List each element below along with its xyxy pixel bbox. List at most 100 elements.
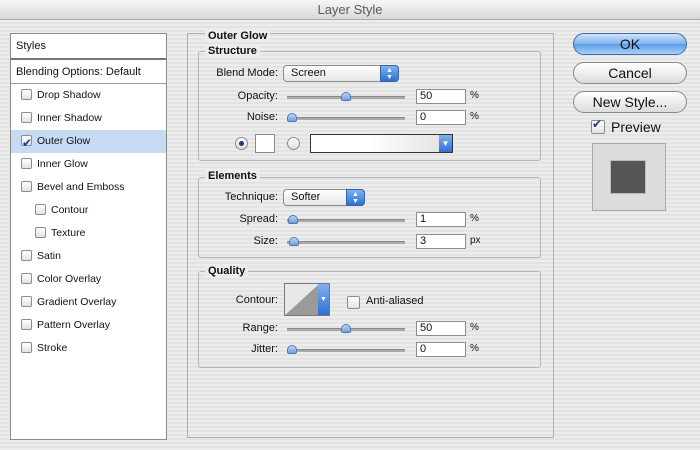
- style-checkbox[interactable]: [21, 89, 32, 100]
- jitter-slider[interactable]: [287, 345, 405, 354]
- jitter-unit: %: [470, 343, 479, 354]
- size-slider-thumb[interactable]: [288, 237, 299, 246]
- opacity-label: Opacity:: [237, 90, 278, 102]
- select-arrows-icon: ▲ ▼: [346, 189, 365, 206]
- spread-slider-thumb[interactable]: [288, 215, 299, 224]
- size-label: Size:: [253, 235, 278, 247]
- contour-picker[interactable]: ▼: [284, 283, 330, 316]
- glow-color-swatch[interactable]: [255, 134, 275, 153]
- style-item-label: Contour: [51, 204, 89, 216]
- solid-color-radio[interactable]: [235, 137, 248, 150]
- quality-title: Quality: [205, 265, 249, 277]
- style-item-stroke[interactable]: Stroke: [11, 337, 166, 360]
- style-item-label: Satin: [37, 250, 61, 262]
- contour-dropdown-icon[interactable]: ▼: [318, 284, 329, 315]
- style-item-label: Gradient Overlay: [37, 296, 117, 308]
- style-item-contour[interactable]: Contour: [11, 199, 166, 222]
- new-style-button[interactable]: New Style...: [573, 91, 687, 113]
- noise-unit: %: [470, 111, 479, 122]
- style-checkbox[interactable]: [21, 342, 32, 353]
- style-checkbox[interactable]: [21, 158, 32, 169]
- blend-mode-select[interactable]: Screen ▲ ▼: [283, 65, 399, 82]
- preview-swatch: [610, 160, 646, 194]
- style-item-label: Inner Shadow: [37, 112, 102, 124]
- style-item-label: Texture: [51, 227, 86, 239]
- style-item-inner-glow[interactable]: Inner Glow: [11, 153, 166, 176]
- range-unit: %: [470, 322, 479, 333]
- preview-label: Preview: [611, 119, 661, 135]
- style-checkbox[interactable]: [21, 273, 32, 284]
- gradient-radio[interactable]: [287, 137, 300, 150]
- anti-aliased-label: Anti-aliased: [366, 295, 424, 307]
- blend-mode-value: Screen: [291, 67, 326, 79]
- styles-header[interactable]: Styles: [11, 34, 166, 60]
- style-item-drop-shadow[interactable]: Drop Shadow: [11, 84, 166, 107]
- spread-field[interactable]: 1: [416, 212, 466, 227]
- technique-label: Technique:: [224, 191, 278, 203]
- ok-button[interactable]: OK: [573, 33, 687, 55]
- style-checkbox[interactable]: [21, 112, 32, 123]
- style-item-color-overlay[interactable]: Color Overlay: [11, 268, 166, 291]
- style-checkbox[interactable]: [21, 319, 32, 330]
- style-checkbox[interactable]: [35, 227, 46, 238]
- contour-curve-icon: [285, 284, 319, 315]
- structure-title: Structure: [205, 45, 260, 57]
- style-checkbox[interactable]: [21, 296, 32, 307]
- size-unit: px: [470, 235, 481, 246]
- opacity-unit: %: [470, 90, 479, 101]
- style-item-satin[interactable]: Satin: [11, 245, 166, 268]
- window-titlebar: Layer Style: [0, 0, 700, 20]
- contour-label: Contour:: [235, 294, 278, 306]
- style-item-label: Pattern Overlay: [37, 319, 110, 331]
- style-item-gradient-overlay[interactable]: Gradient Overlay: [11, 291, 166, 314]
- size-field[interactable]: 3: [416, 234, 466, 249]
- spread-unit: %: [470, 213, 479, 224]
- style-item-bevel-and-emboss[interactable]: Bevel and Emboss: [11, 176, 166, 199]
- preview-box: [592, 143, 666, 211]
- technique-select[interactable]: Softer ▲ ▼: [283, 189, 365, 206]
- range-label: Range:: [242, 322, 278, 334]
- style-checkbox[interactable]: [21, 250, 32, 261]
- style-item-inner-shadow[interactable]: Inner Shadow: [11, 107, 166, 130]
- range-slider[interactable]: [287, 324, 405, 333]
- window-title: Layer Style: [317, 2, 383, 17]
- range-field[interactable]: 50: [416, 321, 466, 336]
- select-arrows-icon: ▲ ▼: [380, 65, 399, 82]
- noise-slider[interactable]: [287, 113, 405, 122]
- noise-field[interactable]: 0: [416, 110, 466, 125]
- spread-label: Spread:: [239, 213, 278, 225]
- opacity-slider[interactable]: [287, 92, 405, 101]
- opacity-field[interactable]: 50: [416, 89, 466, 104]
- style-item-texture[interactable]: Texture: [11, 222, 166, 245]
- size-slider[interactable]: [287, 237, 405, 246]
- styles-list: Styles Blending Options: Default Drop Sh…: [10, 33, 167, 440]
- gradient-picker[interactable]: ▼: [310, 134, 453, 153]
- style-item-pattern-overlay[interactable]: Pattern Overlay: [11, 314, 166, 337]
- style-item-outer-glow[interactable]: Outer Glow: [11, 130, 166, 155]
- jitter-field[interactable]: 0: [416, 342, 466, 357]
- style-item-label: Bevel and Emboss: [37, 181, 125, 193]
- style-checkbox[interactable]: [21, 181, 32, 192]
- blending-options-item[interactable]: Blending Options: Default: [11, 60, 166, 84]
- range-slider-thumb[interactable]: [341, 324, 351, 333]
- preview-checkbox[interactable]: [591, 117, 605, 134]
- style-item-label: Color Overlay: [37, 273, 102, 285]
- style-item-label: Stroke: [37, 342, 68, 354]
- blend-mode-label: Blend Mode:: [216, 67, 278, 79]
- style-item-label: Outer Glow: [37, 135, 91, 147]
- anti-aliased-checkbox[interactable]: [347, 296, 360, 309]
- style-item-label: Inner Glow: [37, 158, 88, 170]
- spread-slider[interactable]: [287, 215, 405, 224]
- style-checkbox[interactable]: [35, 204, 46, 215]
- elements-title: Elements: [205, 170, 260, 182]
- noise-slider-thumb[interactable]: [287, 113, 297, 122]
- outer-glow-title: Outer Glow: [205, 30, 271, 42]
- cancel-button[interactable]: Cancel: [573, 62, 687, 84]
- opacity-slider-thumb[interactable]: [341, 92, 351, 101]
- jitter-label: Jitter:: [251, 343, 278, 355]
- jitter-slider-thumb[interactable]: [287, 345, 297, 354]
- style-item-label: Drop Shadow: [37, 89, 101, 101]
- noise-label: Noise:: [246, 111, 278, 123]
- style-checkbox[interactable]: [21, 132, 32, 155]
- gradient-dropdown-icon[interactable]: ▼: [439, 135, 452, 152]
